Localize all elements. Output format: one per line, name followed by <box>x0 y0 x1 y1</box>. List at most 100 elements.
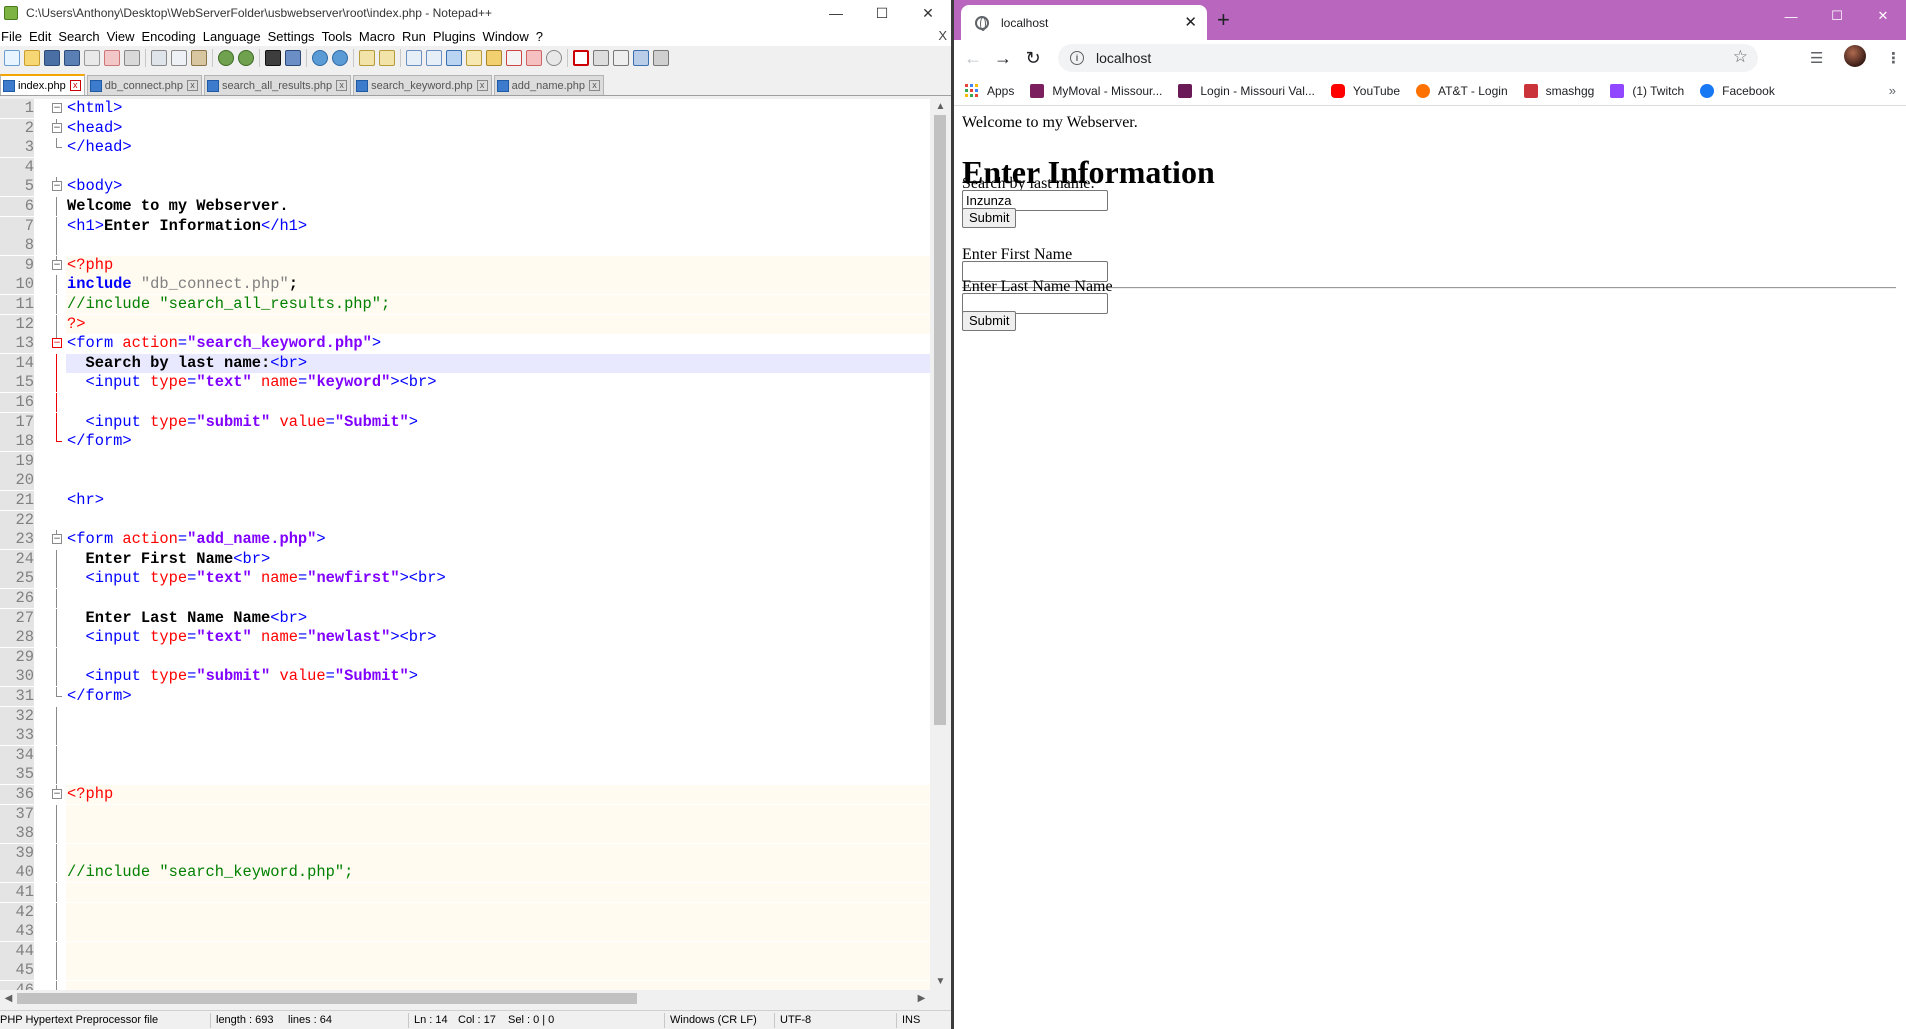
code-line[interactable]: 4 <box>0 157 930 177</box>
menu-language[interactable]: Language <box>202 29 267 44</box>
maximize-icon[interactable]: ☐ <box>859 0 905 26</box>
close-document-icon[interactable]: X <box>938 28 947 43</box>
code-line[interactable]: 30 <input type="submit" value="Submit"> <box>0 667 930 687</box>
menu-file[interactable]: File <box>0 29 28 44</box>
code-line[interactable]: 37 <box>0 804 930 824</box>
code-line[interactable]: 6 Welcome to my Webserver. <box>0 197 930 216</box>
code-line[interactable]: 22 <box>0 510 930 530</box>
code-line[interactable]: 42 <box>0 902 930 922</box>
code-line[interactable]: 15 <input type="text" name="keyword"><br… <box>0 373 930 393</box>
find-icon[interactable] <box>265 50 281 66</box>
tab-close-icon[interactable]: x <box>476 80 488 91</box>
menu-search[interactable]: Search <box>57 29 105 44</box>
bookmark-apps[interactable]: Apps <box>965 83 1014 98</box>
code-line[interactable]: 46 <box>0 981 930 990</box>
menu-plugins[interactable]: Plugins <box>432 29 482 44</box>
bookmark-smashgg[interactable]: smashgg <box>1523 83 1594 98</box>
menu-run[interactable]: Run <box>401 29 432 44</box>
cut-icon[interactable] <box>151 50 167 66</box>
zoom-out-icon[interactable] <box>332 50 348 66</box>
save-icon[interactable] <box>44 50 60 66</box>
sync-vertical-icon[interactable] <box>359 50 375 66</box>
code-line[interactable]: 18 </form> <box>0 432 930 452</box>
fold-collapse-icon[interactable]: − <box>52 338 62 349</box>
code-line[interactable]: 32 <box>0 706 930 726</box>
code-line[interactable]: 45 <box>0 961 930 981</box>
vertical-scrollbar[interactable]: ▲ ▼ <box>930 99 951 990</box>
code-line[interactable]: 23 − <form action="add_name.php"> <box>0 530 930 550</box>
code-line[interactable]: 39 <box>0 843 930 863</box>
fold-collapse-icon[interactable]: − <box>52 789 62 799</box>
close-icon[interactable]: ✕ <box>1860 0 1906 32</box>
search-submit-button[interactable]: Submit <box>962 208 1017 228</box>
address-bar[interactable]: i localhost ☆ <box>1058 44 1758 72</box>
add-name-submit-button[interactable]: Submit <box>962 311 1017 331</box>
code-line[interactable]: 20 <box>0 471 930 491</box>
word-wrap-icon[interactable] <box>406 50 422 66</box>
code-line[interactable]: 17 <input type="submit" value="Submit"> <box>0 412 930 432</box>
play-macro-icon[interactable] <box>613 50 629 66</box>
bookmark-twitch[interactable]: (1) Twitch <box>1610 83 1684 98</box>
close-icon[interactable]: ✕ <box>905 0 951 26</box>
monitoring-icon[interactable] <box>546 50 562 66</box>
close-all-icon[interactable] <box>104 50 120 66</box>
back-arrow-icon[interactable]: ← <box>960 45 986 71</box>
sync-horizontal-icon[interactable] <box>379 50 395 66</box>
code-line[interactable]: 1 − <html> <box>0 99 930 118</box>
minimize-icon[interactable]: — <box>813 0 859 26</box>
show-all-chars-icon[interactable] <box>426 50 442 66</box>
code-line[interactable]: 10 include "db_connect.php"; <box>0 275 930 295</box>
new-tab-icon[interactable]: + <box>1217 9 1230 31</box>
code-line[interactable]: 3 </head> <box>0 138 930 158</box>
menu-help[interactable]: ? <box>535 29 549 44</box>
function-list-icon[interactable] <box>506 50 522 66</box>
minimize-icon[interactable]: — <box>1768 0 1814 32</box>
fold-collapse-icon[interactable]: − <box>52 103 62 113</box>
tab-index-php[interactable]: index.php x <box>0 74 85 95</box>
scroll-down-icon[interactable]: ▼ <box>930 974 951 990</box>
code-line[interactable]: 21 <hr> <box>0 491 930 510</box>
horizontal-scrollbar[interactable]: ◀ ▶ <box>0 990 930 1007</box>
zoom-in-icon[interactable] <box>312 50 328 66</box>
fold-collapse-icon[interactable]: − <box>52 122 62 133</box>
indent-guide-icon[interactable] <box>446 50 462 66</box>
scroll-up-icon[interactable]: ▲ <box>930 99 951 115</box>
code-line[interactable]: 12 ?> <box>0 314 930 334</box>
redo-icon[interactable] <box>238 50 254 66</box>
code-line[interactable]: 16 <box>0 393 930 412</box>
code-line[interactable]: 5 − <body> <box>0 177 930 197</box>
code-line[interactable]: 8 <box>0 236 930 256</box>
menu-encoding[interactable]: Encoding <box>141 29 202 44</box>
reload-icon[interactable]: ↻ <box>1020 45 1046 71</box>
code-line[interactable]: 7 <h1>Enter Information</h1> <box>0 216 930 236</box>
code-line[interactable]: 27 Enter Last Name Name<br> <box>0 608 930 628</box>
code-line[interactable]: 40 //include "search_keyword.php"; <box>0 863 930 883</box>
code-line[interactable]: 36 − <?php <box>0 785 930 804</box>
browser-tab[interactable]: localhost ✕ <box>961 5 1207 40</box>
bookmark-youtube[interactable]: YouTube <box>1330 83 1400 98</box>
bookmark-facebook[interactable]: Facebook <box>1700 83 1775 98</box>
menu-view[interactable]: View <box>106 29 141 44</box>
code-editor[interactable]: 1− <html> 2− <head> 3 </head> 4 5− <body> 6 Welcom… <box>0 99 930 990</box>
code-line[interactable]: 9 − <?php <box>0 255 930 275</box>
code-line[interactable]: 13 − <form action="search_keyword.php"> <box>0 334 930 354</box>
bookmark-att[interactable]: AT&T - Login <box>1416 83 1508 98</box>
menu-tools[interactable]: Tools <box>321 29 358 44</box>
avatar[interactable] <box>1844 45 1866 67</box>
scroll-left-icon[interactable]: ◀ <box>0 990 17 1007</box>
media-controls-icon[interactable]: ☰ <box>1810 49 1823 67</box>
code-line[interactable]: 28 <input type="text" name="newlast"><br… <box>0 628 930 648</box>
code-line[interactable]: 33 <box>0 726 930 746</box>
save-macro-icon[interactable] <box>653 50 669 66</box>
code-line[interactable]: 24 Enter First Name<br> <box>0 549 930 569</box>
menu-macro[interactable]: Macro <box>358 29 401 44</box>
udl-icon[interactable] <box>466 50 482 66</box>
replace-icon[interactable] <box>285 50 301 66</box>
code-line[interactable]: 44 <box>0 941 930 961</box>
menu-settings[interactable]: Settings <box>267 29 321 44</box>
print-icon[interactable] <box>124 50 140 66</box>
bookmark-star-icon[interactable]: ☆ <box>1733 47 1748 67</box>
tab-search-all-results-php[interactable]: search_all_results.php x <box>204 75 352 95</box>
bookmark-mymoval[interactable]: MyMoval - Missour... <box>1030 83 1162 98</box>
fold-collapse-icon[interactable]: − <box>52 534 62 545</box>
